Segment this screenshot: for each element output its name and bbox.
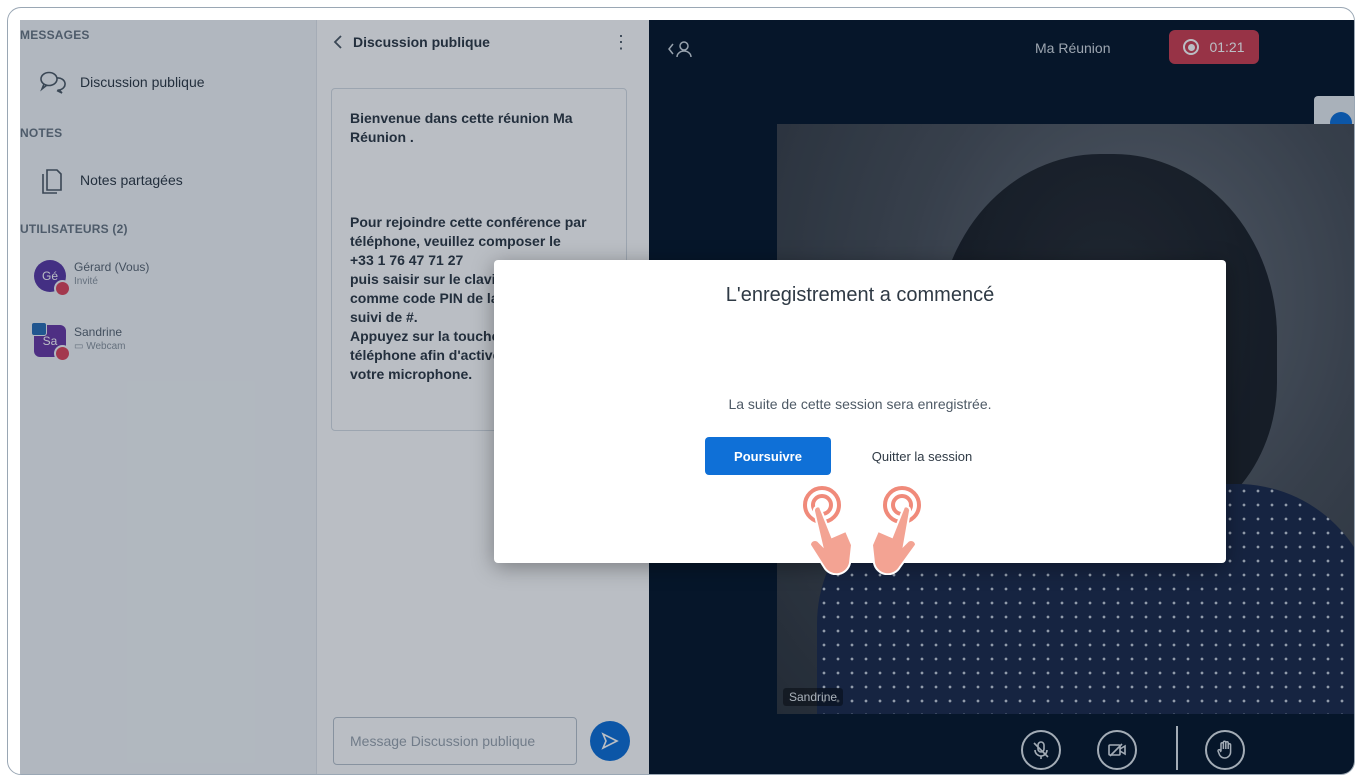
- modal-title: L'enregistrement a commencé: [725, 284, 995, 306]
- app-root: MESSAGES Discussion publique NOTES Notes…: [20, 20, 1354, 774]
- pointing-hand-icon: [870, 486, 921, 575]
- pointing-hand-icon: [803, 486, 854, 575]
- recording-started-modal: L'enregistrement a commencé La suite de …: [494, 260, 1226, 575]
- app-frame: MESSAGES Discussion publique NOTES Notes…: [7, 7, 1355, 775]
- modal-description: La suite de cette session sera enregistr…: [728, 396, 992, 412]
- continue-button[interactable]: Poursuivre: [705, 437, 831, 475]
- leave-session-button[interactable]: Quitter la session: [859, 437, 985, 475]
